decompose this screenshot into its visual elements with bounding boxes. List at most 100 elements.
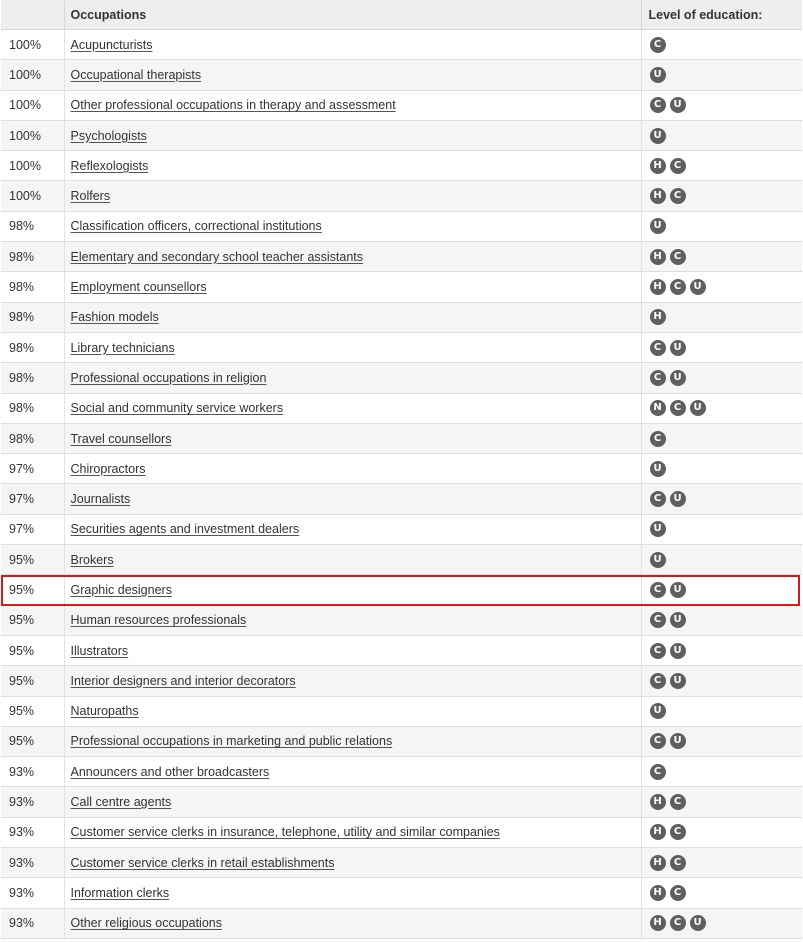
- occupation-cell: Graphic designers: [63, 574, 641, 606]
- education-level-cell: HC: [640, 847, 802, 879]
- match-percent: 97%: [1, 514, 64, 546]
- table-row: 93% Announcers and other broadcasters C: [1, 756, 802, 788]
- education-level-cell: HC: [640, 786, 802, 818]
- table-row: 100% Reflexologists H C: [1, 150, 802, 182]
- occupation-cell: Illustrators: [63, 635, 641, 667]
- education-level-badge: H: [649, 854, 666, 871]
- occupation-cell: Reflexologists: [63, 150, 641, 182]
- occupation-link[interactable]: Graphic designers: [71, 583, 172, 597]
- education-level-cell: HCU: [640, 271, 802, 303]
- match-percent: 98%: [1, 362, 64, 394]
- table-row: 93% Customer service clerks in retail est…: [1, 847, 802, 879]
- occupation-link[interactable]: Securities agents and investment dealers: [71, 522, 300, 536]
- occupation-link[interactable]: Library technicians: [71, 341, 175, 355]
- education-level-badge: C: [669, 279, 686, 296]
- occupation-link[interactable]: Interior designers and interior decorato…: [71, 674, 296, 688]
- occupation-cell: Brokers: [63, 544, 641, 576]
- occupation-link[interactable]: Employment counsellors: [71, 280, 207, 294]
- occupation-link[interactable]: Announcers and other broadcasters: [71, 765, 270, 779]
- education-level-cell: U: [640, 696, 802, 727]
- table-row: 95% Professional occupations in marketing…: [1, 726, 802, 758]
- occupation-cell: Elementary and secondary school teacher …: [63, 241, 641, 273]
- education-level-cell: CU: [640, 605, 802, 636]
- occupation-link[interactable]: Naturopaths: [71, 704, 139, 718]
- education-level-badge: U: [669, 733, 686, 750]
- occupation-cell: Psychologists: [63, 120, 641, 152]
- education-level-cell: CU: [640, 574, 802, 606]
- education-level-badge: C: [649, 612, 666, 629]
- occupation-link[interactable]: Human resources professionals: [71, 613, 247, 627]
- occupation-cell: Chiropractors: [63, 453, 641, 485]
- education-level-badge: C: [669, 824, 686, 841]
- table-row: 93% Information clerks H C: [1, 877, 802, 909]
- occupation-link[interactable]: Rolfers: [71, 189, 111, 203]
- table-row: 100% Acupuncturists C: [1, 29, 802, 61]
- education-level-badge: H: [649, 915, 666, 932]
- occupation-link[interactable]: Psychologists: [71, 129, 147, 143]
- match-percent: 93%: [1, 817, 64, 849]
- occupation-cell: Announcers and other broadcasters: [63, 756, 641, 788]
- education-level-badge: C: [649, 491, 666, 508]
- education-level-badge: H: [649, 884, 666, 901]
- occupation-link[interactable]: Professional occupations in marketing an…: [71, 734, 393, 748]
- occupation-link[interactable]: Acupuncturists: [71, 38, 153, 52]
- occupation-link[interactable]: Reflexologists: [71, 159, 149, 173]
- education-level-cell: HCU: [640, 908, 802, 939]
- occupations-page: Occupations Level of education: 100% Acup…: [0, 0, 803, 942]
- occupation-link[interactable]: Call centre agents: [71, 795, 172, 809]
- match-percent: 98%: [1, 271, 64, 303]
- occupation-link[interactable]: Customer service clerks in insurance, te…: [71, 825, 500, 839]
- occupation-link[interactable]: Occupational therapists: [71, 68, 202, 82]
- table-row: 98% Classification officers, correctional…: [1, 211, 802, 243]
- education-level-cell: HC: [640, 150, 802, 182]
- occupation-link[interactable]: Classification officers, correctional in…: [71, 219, 322, 233]
- occupation-link[interactable]: Customer service clerks in retail establ…: [71, 856, 335, 870]
- match-percent: 93%: [1, 908, 64, 939]
- education-level-cell: U: [640, 120, 802, 152]
- education-level-badge: C: [649, 763, 666, 780]
- occupation-link[interactable]: Illustrators: [71, 644, 129, 658]
- occupation-cell: Library technicians: [63, 332, 641, 364]
- match-percent: 93%: [1, 877, 64, 909]
- occupation-link[interactable]: Journalists: [71, 492, 131, 506]
- education-level-badge: U: [649, 127, 666, 144]
- occupation-cell: Securities agents and investment dealers: [63, 514, 641, 546]
- match-percent: 98%: [1, 241, 64, 273]
- education-level-cell: U: [640, 514, 802, 546]
- education-level-badge: U: [649, 551, 666, 568]
- education-level-badge: N: [649, 400, 666, 417]
- education-level-badge: H: [649, 157, 666, 174]
- match-percent: 95%: [1, 726, 64, 758]
- occupation-cell: Occupational therapists: [63, 59, 641, 91]
- table-row: 98% Social and community service workers N…: [1, 393, 802, 424]
- occupation-link[interactable]: Other professional occupations in therap…: [71, 98, 396, 112]
- education-level-badge: U: [669, 369, 686, 386]
- table-row: 97% Journalists C U: [1, 483, 802, 515]
- occupation-link[interactable]: Information clerks: [71, 886, 170, 900]
- occupation-link[interactable]: Other religious occupations: [71, 916, 222, 930]
- match-percent: 95%: [1, 544, 64, 576]
- occupation-link[interactable]: Professional occupations in religion: [71, 371, 267, 385]
- occupation-cell: Journalists: [63, 483, 641, 515]
- occupations-table: Occupations Level of education: 100% Acup…: [1, 0, 802, 939]
- education-level-badge: H: [649, 188, 666, 205]
- occupation-link[interactable]: Chiropractors: [71, 462, 146, 476]
- education-level-cell: C: [640, 29, 802, 61]
- occupation-link[interactable]: Fashion models: [71, 310, 159, 324]
- table-row: 93% Call centre agents H C: [1, 786, 802, 818]
- education-level-badge: H: [649, 794, 666, 811]
- occupation-cell: Professional occupations in marketing an…: [63, 726, 641, 758]
- table-row: 98% Fashion models H: [1, 302, 802, 333]
- education-level-cell: HC: [640, 180, 802, 212]
- education-level-badge: C: [669, 400, 686, 417]
- education-level-cell: CU: [640, 483, 802, 515]
- occupations-column-header: Occupations: [63, 0, 641, 30]
- occupation-link[interactable]: Brokers: [71, 553, 114, 567]
- education-level-badge: U: [669, 97, 686, 114]
- education-level-badge: C: [649, 672, 666, 689]
- match-percent: 98%: [1, 302, 64, 333]
- education-column-header: Level of education:: [640, 0, 802, 30]
- occupation-link[interactable]: Elementary and secondary school teacher …: [71, 250, 364, 264]
- occupation-link[interactable]: Travel counsellors: [71, 432, 172, 446]
- occupation-link[interactable]: Social and community service workers: [71, 401, 284, 415]
